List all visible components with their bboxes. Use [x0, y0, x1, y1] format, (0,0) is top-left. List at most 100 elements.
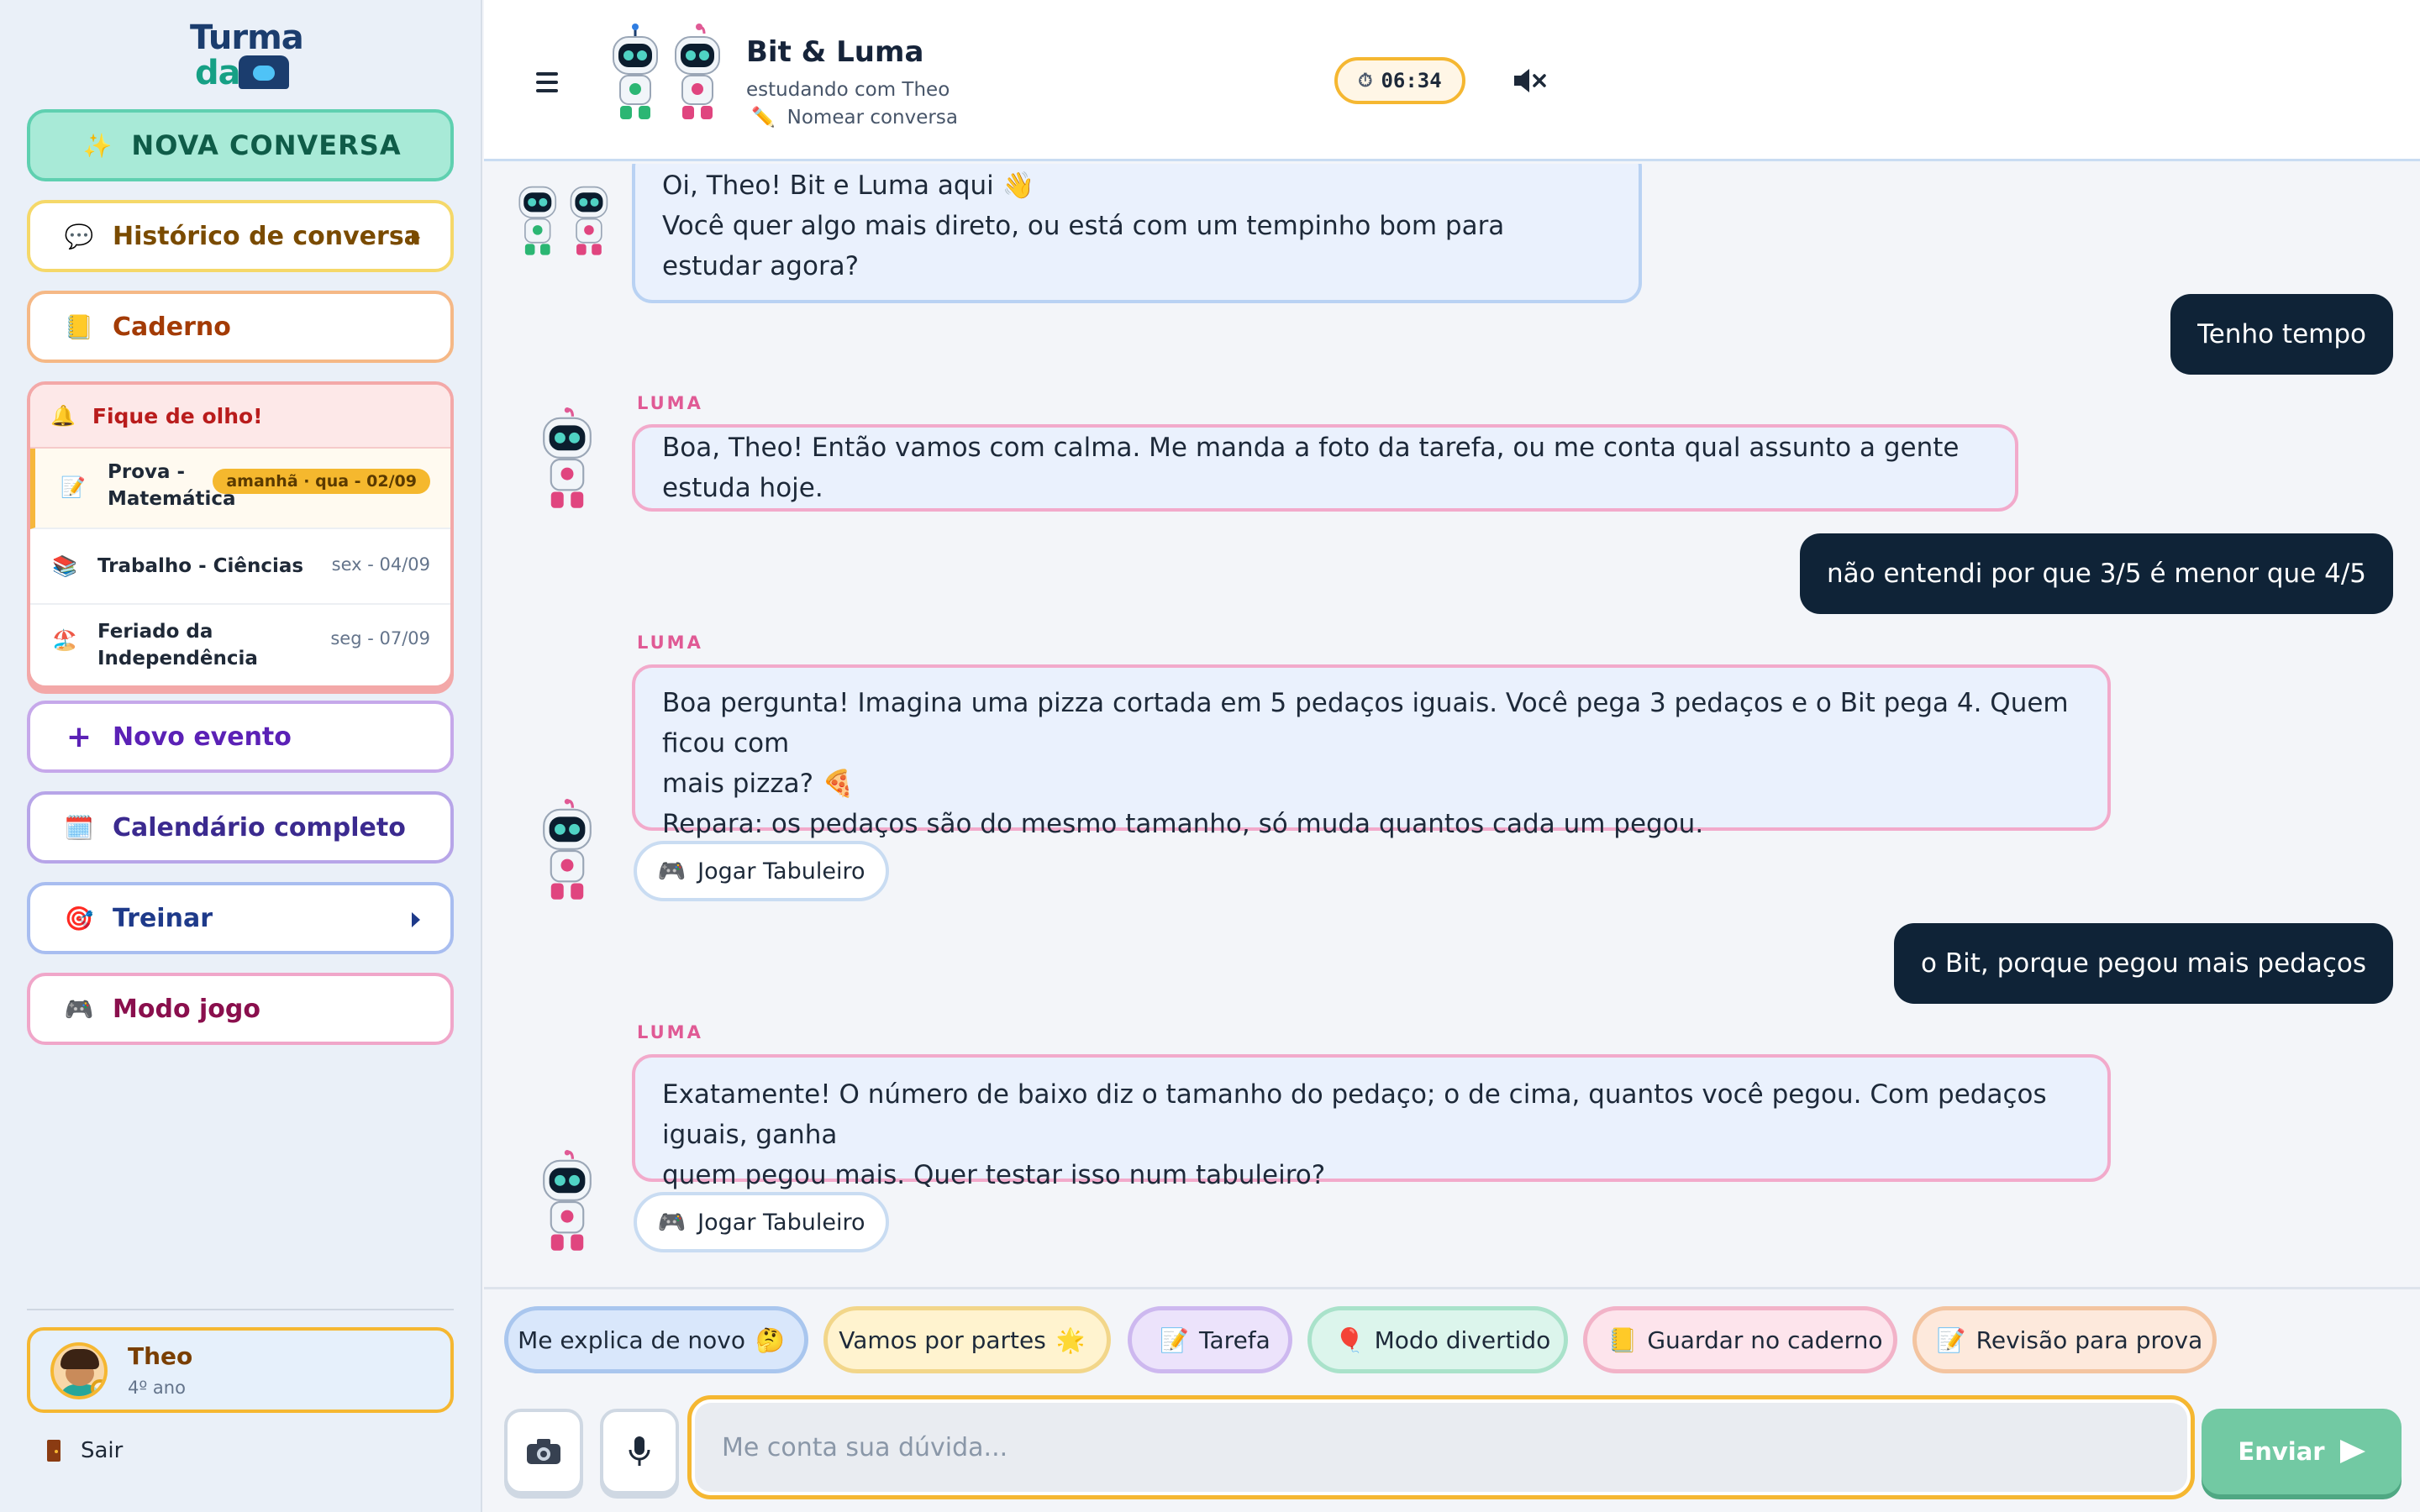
logout-label: Sair [81, 1438, 124, 1463]
rename-conversation-label: Nomear conversa [786, 107, 958, 129]
new-conversation-label: NOVA CONVERSA [131, 129, 402, 161]
full-calendar-button[interactable]: 🗓️ Calendário completo [27, 791, 454, 864]
gamepad-icon: 🎮 [64, 995, 94, 1023]
quick-reply-label: Tarefa [1199, 1326, 1270, 1354]
user-message-bubble: não entendi por que 3/5 é menor que 4/5 [1800, 533, 2393, 614]
new-event-label: Novo evento [113, 722, 292, 752]
bot-message-bubble: Oi, Theo! Bit e Luma aqui 👋 Você quer al… [632, 164, 1642, 303]
camera-button[interactable] [504, 1409, 583, 1494]
event-date-badge: amanhã · qua - 02/09 [213, 469, 430, 494]
quick-reply-label: Modo divertido [1374, 1326, 1551, 1354]
rename-conversation-link[interactable]: ✏️ Nomear conversa [751, 106, 958, 129]
turma-da-ia-logo[interactable]: Turma da [187, 18, 304, 92]
chevron-right-icon [412, 230, 420, 245]
luma-message-bubble: Exatamente! O número de baixo diz o tama… [632, 1054, 2111, 1190]
event-item-feriado[interactable]: 🏖️ Feriado da Independência seg - 07/09 [30, 605, 450, 685]
user-name: Theo [128, 1342, 193, 1370]
bit-robot-icon [613, 24, 658, 119]
event-item-prova-matematica[interactable]: 📝 Prova - Matemática amanhã · qua - 02/0… [30, 449, 450, 529]
sparkles-icon: ✨ [82, 131, 113, 160]
bell-icon: 🔔 [50, 404, 76, 428]
chat-subtitle: estudando com Theo [746, 79, 950, 101]
avatar [50, 1342, 108, 1399]
composer-area: Me explica de novo 🤔 Vamos por partes 🌟 … [484, 1287, 2420, 1512]
quick-reply-fun-mode[interactable]: 🎈 Modo divertido [1307, 1306, 1568, 1373]
speaker-muted-icon[interactable] [1511, 66, 1548, 96]
sidebar-divider [27, 1309, 454, 1310]
new-conversation-button[interactable]: ✨ NOVA CONVERSA [27, 109, 454, 181]
event-title: Feriado da Independência [97, 621, 258, 669]
gamepad-icon: 🎮 [657, 1210, 687, 1236]
sparkle-star-icon: 🌟 [1055, 1326, 1086, 1354]
logout-button[interactable]: Sair [47, 1438, 123, 1463]
new-event-button[interactable]: + Novo evento [27, 701, 454, 773]
microphone-button[interactable] [600, 1409, 679, 1494]
memo-icon: 📝 [60, 475, 86, 499]
user-grade: 4º ano [128, 1378, 186, 1398]
bit-and-luma-avatar [613, 24, 720, 119]
upcoming-events-title: Fique de olho! [92, 403, 263, 428]
memo-icon: 📝 [1160, 1326, 1190, 1354]
logo-word-da: da [195, 54, 241, 92]
door-icon [47, 1440, 60, 1462]
quick-reply-homework[interactable]: 📝 Tarefa [1128, 1306, 1292, 1373]
message-input[interactable] [687, 1395, 2195, 1499]
memo-icon: 📝 [1936, 1326, 1966, 1354]
luma-robot-icon [543, 1150, 592, 1251]
microphone-icon [629, 1436, 650, 1466]
thinking-face-icon: 🤔 [755, 1326, 785, 1354]
notebook-button[interactable]: 📒 Caderno [27, 291, 454, 363]
message-line: Exatamente! O número de baixo diz o tama… [662, 1079, 2047, 1150]
upcoming-events-header: 🔔 Fique de olho! [30, 385, 450, 449]
luma-robot-icon [543, 407, 592, 508]
camera-icon [527, 1439, 560, 1464]
full-calendar-label: Calendário completo [113, 812, 406, 843]
message-line: quem pegou mais. Quer testar isso num ta… [662, 1160, 1326, 1190]
send-label: Enviar [2238, 1437, 2325, 1466]
quick-reply-explain-again[interactable]: Me explica de novo 🤔 [504, 1306, 808, 1373]
robot-visor-icon [253, 66, 275, 81]
message-line: Boa pergunta! Imagina uma pizza cortada … [662, 688, 2069, 759]
sender-label: LUMA [637, 393, 703, 413]
quick-reply-step-by-step[interactable]: Vamos por partes 🌟 [823, 1306, 1111, 1373]
message-line: mais pizza? 🍕 [662, 769, 855, 799]
hamburger-menu-icon[interactable] [536, 72, 558, 97]
notebook-icon: 📒 [1607, 1326, 1638, 1354]
quick-reply-label: Vamos por partes [839, 1326, 1046, 1354]
play-board-button[interactable]: 🎮 Jogar Tabuleiro [634, 841, 889, 901]
send-button[interactable]: Enviar [2202, 1409, 2402, 1494]
user-profile-card[interactable]: Theo 4º ano [27, 1327, 454, 1413]
magnifier-icon [91, 1379, 104, 1396]
user-message-bubble: Tenho tempo [2170, 294, 2393, 375]
conversation-history-button[interactable]: 💬 Histórico de conversa [27, 200, 454, 272]
quick-reply-save-notebook[interactable]: 📒 Guardar no caderno [1583, 1306, 1897, 1373]
game-mode-button[interactable]: 🎮 Modo jogo [27, 973, 454, 1045]
quick-reply-label: Me explica de novo [518, 1326, 745, 1354]
message-line: Boa, Theo! Então vamos com calma. Me man… [662, 433, 1960, 503]
chat-title: Bit & Luma [746, 35, 924, 69]
play-board-button[interactable]: 🎮 Jogar Tabuleiro [634, 1192, 889, 1252]
notebook-icon: 📒 [64, 312, 94, 341]
train-label: Treinar [113, 903, 213, 933]
user-message-bubble: o Bit, porque pegou mais pedaços [1894, 923, 2393, 1004]
books-icon: 📚 [52, 554, 77, 578]
chevron-right-icon [412, 912, 420, 927]
sender-label: LUMA [637, 1022, 703, 1042]
calendar-icon: 🗓️ [64, 813, 94, 842]
train-button[interactable]: 🎯 Treinar [27, 882, 454, 954]
event-date: sex - 04/09 [331, 554, 430, 575]
bit-and-luma-avatar [518, 186, 608, 255]
luma-message-bubble: Boa, Theo! Então vamos com calma. Me man… [632, 424, 2018, 512]
beach-icon: 🏖️ [52, 628, 77, 652]
quick-reply-exam-review[interactable]: 📝 Revisão para prova [1912, 1306, 2217, 1373]
sidebar: Turma da ✨ NOVA CONVERSA 💬 Histórico de … [0, 0, 482, 1512]
event-item-trabalho-ciencias[interactable]: 📚 Trabalho - Ciências sex - 04/09 [30, 529, 450, 605]
gamepad-icon: 🎮 [657, 858, 687, 885]
balloon-icon: 🎈 [1334, 1326, 1365, 1354]
plus-icon: + [66, 719, 92, 754]
quick-reply-label: Revisão para prova [1975, 1326, 2203, 1354]
session-timer: ⏱ 06:34 [1334, 57, 1465, 104]
message-line: Repara: os pedaços são do mesmo tamanho,… [662, 809, 1704, 839]
conversation-history-label: Histórico de conversa [113, 221, 421, 251]
pencil-icon: ✏️ [751, 107, 776, 129]
